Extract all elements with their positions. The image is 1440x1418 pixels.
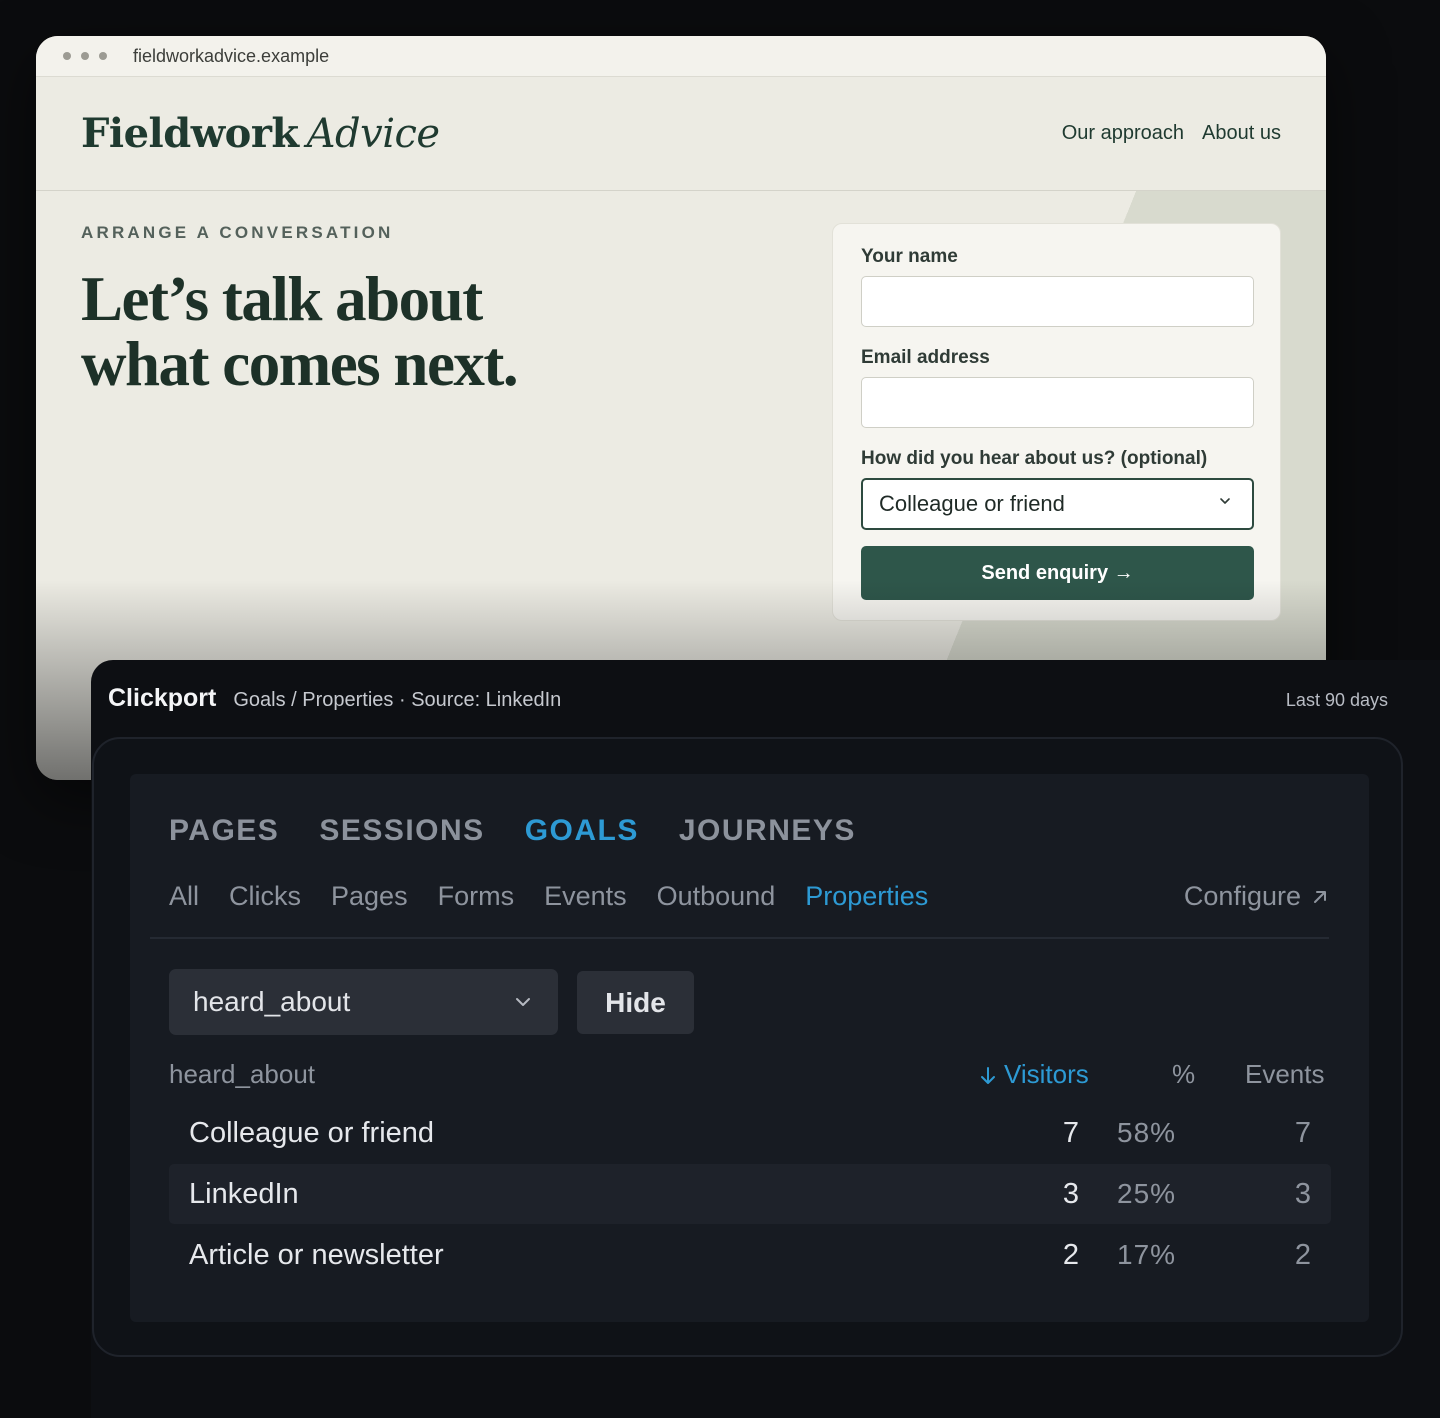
headline-line: what comes next. xyxy=(81,329,519,399)
divider xyxy=(150,937,1329,939)
sort-arrow-down-icon xyxy=(981,1066,995,1084)
source-select[interactable]: Colleague or friend xyxy=(861,478,1254,530)
column-header-property[interactable]: heard_about xyxy=(169,1059,315,1090)
source-label: How did you hear about us? (optional) xyxy=(861,448,1208,469)
column-header-percent[interactable]: % xyxy=(1172,1059,1195,1090)
hero-headline: Let’s talk about what comes next. xyxy=(81,267,641,397)
table-row[interactable]: LinkedIn 3 25% 3 xyxy=(169,1164,1331,1224)
row-property-value: Article or newsletter xyxy=(189,1238,444,1271)
subtab-events[interactable]: Events xyxy=(544,881,627,912)
row-percent: 25% xyxy=(1117,1178,1177,1209)
email-field[interactable] xyxy=(861,377,1254,428)
site-header: Fieldwork Advice Our approach About us xyxy=(36,77,1326,191)
site-logo[interactable]: Fieldwork Advice xyxy=(81,110,440,157)
tab-journeys[interactable]: JOURNEYS xyxy=(679,814,856,848)
main-tabs: PAGES SESSIONS GOALS JOURNEYS xyxy=(169,814,856,848)
name-label: Your name xyxy=(861,246,958,267)
row-events: 2 xyxy=(1294,1238,1311,1271)
subtab-forms[interactable]: Forms xyxy=(438,881,515,912)
row-events: 7 xyxy=(1294,1116,1311,1149)
name-field[interactable] xyxy=(861,276,1254,327)
column-header-visitors[interactable]: Visitors xyxy=(978,1059,1089,1090)
row-visitors: 7 xyxy=(1062,1116,1079,1149)
logo-wordmark: Fieldwork xyxy=(81,110,299,157)
table-row[interactable]: Article or newsletter 2 17% 2 xyxy=(169,1225,1331,1285)
subtab-pages[interactable]: Pages xyxy=(331,881,408,912)
row-percent: 17% xyxy=(1117,1239,1177,1270)
row-visitors: 3 xyxy=(1062,1177,1079,1210)
tab-sessions[interactable]: SESSIONS xyxy=(319,814,484,848)
row-property-value: Colleague or friend xyxy=(189,1116,435,1149)
clickport-logo[interactable]: Clickport xyxy=(108,684,216,713)
date-range[interactable]: Last 90 days xyxy=(1286,690,1388,711)
window-dot-icon[interactable] xyxy=(81,52,89,60)
enquiry-form: Your name Email address How did you hear… xyxy=(832,223,1281,621)
address-bar[interactable]: fieldworkadvice.example xyxy=(133,46,329,67)
logo-wordmark-italic: Advice xyxy=(306,111,440,157)
goal-subtabs: All Clicks Pages Forms Events Outbound P… xyxy=(169,881,1329,912)
configure-link[interactable]: Configure xyxy=(1184,881,1329,912)
clickport-header: Clickport Goals / Properties · Source: L… xyxy=(108,684,1388,713)
arrow-up-right-icon xyxy=(1314,890,1326,903)
subtab-all[interactable]: All xyxy=(169,881,199,912)
site-nav: Our approach About us xyxy=(1062,122,1281,145)
source-select-value: Colleague or friend xyxy=(879,491,1065,516)
window-dot-icon[interactable] xyxy=(99,52,107,60)
property-select[interactable]: heard_about xyxy=(169,969,558,1035)
hero-eyebrow: ARRANGE A CONVERSATION xyxy=(81,223,394,242)
nav-link-our-approach[interactable]: Our approach xyxy=(1062,122,1184,145)
browser-chrome: fieldworkadvice.example xyxy=(36,36,1326,77)
row-events: 3 xyxy=(1294,1177,1311,1210)
column-header-visitors-label: Visitors xyxy=(1004,1059,1089,1089)
chevron-down-icon xyxy=(1220,498,1230,504)
row-percent: 58% xyxy=(1117,1117,1177,1148)
email-label: Email address xyxy=(861,347,990,368)
column-header-events[interactable]: Events xyxy=(1245,1059,1325,1090)
clickport-frame: PAGES SESSIONS GOALS JOURNEYS All Clicks… xyxy=(92,737,1403,1357)
subtab-properties[interactable]: Properties xyxy=(805,881,928,912)
row-visitors: 2 xyxy=(1062,1238,1079,1271)
hide-button[interactable]: Hide xyxy=(577,971,694,1034)
tab-pages[interactable]: PAGES xyxy=(169,814,279,848)
breadcrumb: Goals / Properties · Source: LinkedIn xyxy=(233,689,562,711)
clickport-panel: Clickport Goals / Properties · Source: L… xyxy=(91,660,1440,1418)
goals-card: PAGES SESSIONS GOALS JOURNEYS All Clicks… xyxy=(130,774,1369,1322)
subtab-outbound[interactable]: Outbound xyxy=(657,881,776,912)
row-property-value: LinkedIn xyxy=(189,1177,299,1210)
tab-goals[interactable]: GOALS xyxy=(525,814,639,848)
subtab-clicks[interactable]: Clicks xyxy=(229,881,301,912)
window-dot-icon[interactable] xyxy=(63,52,71,60)
table-row[interactable]: Colleague or friend 7 58% 7 xyxy=(169,1103,1331,1163)
nav-link-about-us[interactable]: About us xyxy=(1202,122,1281,145)
chevron-down-icon xyxy=(516,998,530,1006)
headline-line: Let’s talk about xyxy=(81,264,483,334)
configure-label: Configure xyxy=(1183,881,1301,911)
property-select-value: heard_about xyxy=(193,986,351,1017)
